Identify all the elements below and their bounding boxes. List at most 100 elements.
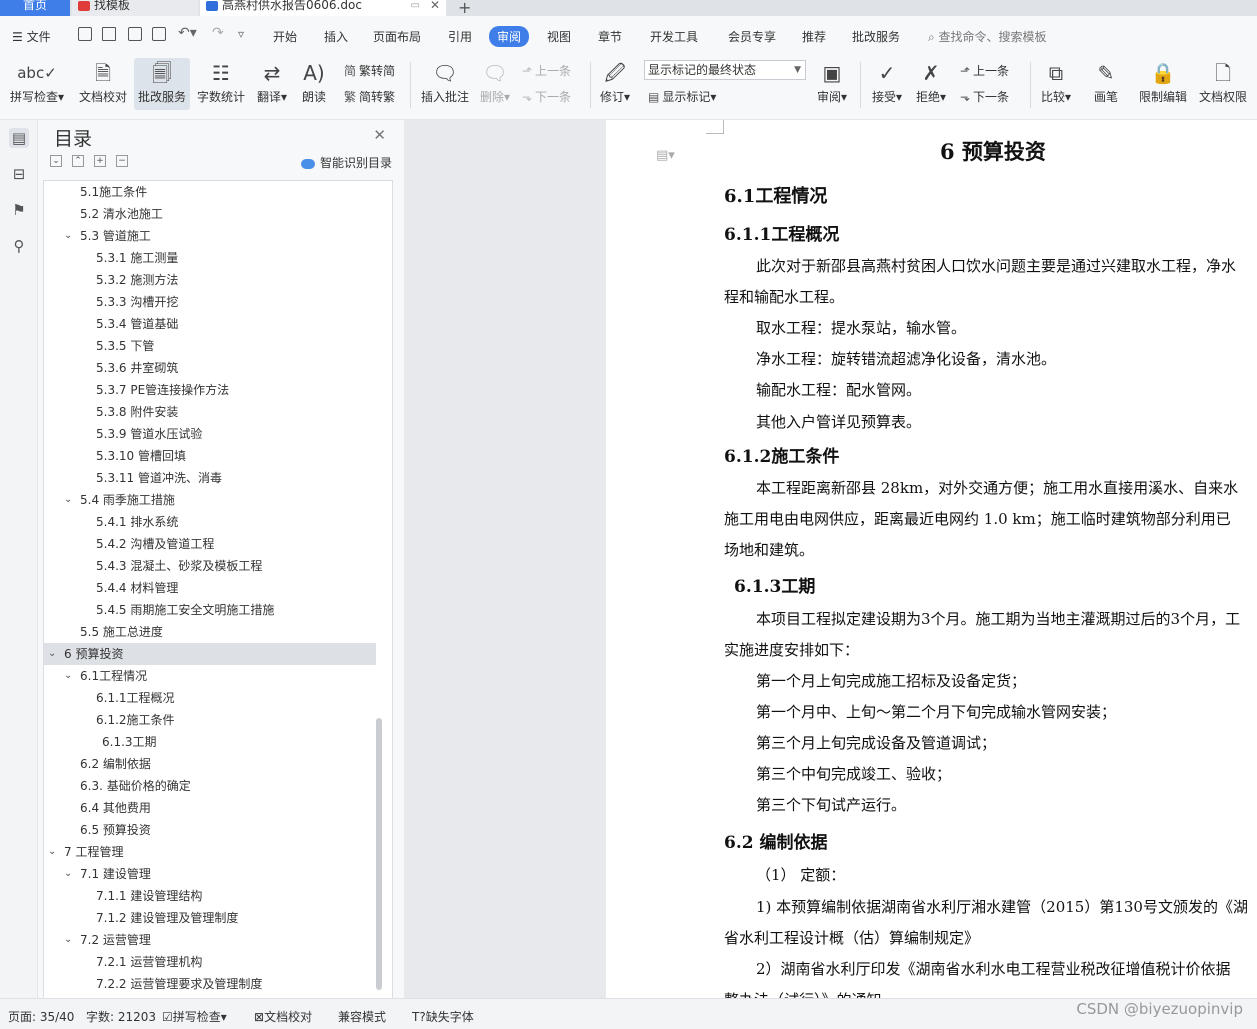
chapter-nav-icon[interactable]: ⊟ bbox=[9, 164, 29, 184]
page-counter[interactable]: 页面: 35/40 bbox=[8, 1008, 74, 1025]
expand-chevron-icon[interactable]: ⌄ bbox=[48, 643, 56, 665]
menu-member[interactable]: 会员专享 bbox=[728, 28, 776, 45]
missing-font[interactable]: T?缺失字体 bbox=[412, 1008, 474, 1025]
toc-item[interactable]: 5.3.1 施工测量 bbox=[44, 247, 376, 269]
toc-item[interactable]: 7.1.2 建设管理及管理制度 bbox=[44, 907, 376, 929]
toc-item[interactable]: 5.4.3 混凝土、砂浆及模板工程 bbox=[44, 555, 376, 577]
correct-service-button[interactable]: 🗐 批改服务 bbox=[134, 58, 190, 110]
paragraph-options-icon[interactable]: ▤▾ bbox=[656, 148, 675, 163]
expand-chevron-icon[interactable]: ⌄ bbox=[64, 225, 72, 247]
toc-item[interactable]: 5.3.6 井室砌筑 bbox=[44, 357, 376, 379]
toc-item[interactable]: 5.3.9 管道水压试验 bbox=[44, 423, 376, 445]
toc-item[interactable]: 5.5 施工总进度 bbox=[44, 621, 376, 643]
find-icon[interactable]: ⚲ bbox=[9, 236, 29, 256]
close-toc-icon[interactable]: ✕ bbox=[373, 126, 386, 144]
word-counter[interactable]: 字数: 21203 bbox=[86, 1008, 156, 1025]
toc-item[interactable]: ⌄ 5.3 管道施工 bbox=[44, 225, 376, 247]
show-markup-button[interactable]: ▤ 显示标记▾ bbox=[648, 88, 716, 105]
toc-item[interactable]: 5.4.5 雨期施工安全文明施工措施 bbox=[44, 599, 376, 621]
display-mode-select[interactable]: 显示标记的最终状态 ▼ bbox=[644, 60, 806, 80]
toc-item[interactable]: 6.1.2施工条件 bbox=[44, 709, 376, 731]
doc-proof-button[interactable]: 🗎 文档校对 bbox=[76, 58, 130, 110]
expand-all-icon[interactable]: ⌃ bbox=[72, 155, 84, 167]
toc-item[interactable]: ⌄ 6.1工程情况 bbox=[44, 665, 376, 687]
new-tab-button[interactable]: + bbox=[458, 0, 471, 17]
toc-item[interactable]: 6.5 预算投资 bbox=[44, 819, 376, 841]
export-pdf-icon[interactable] bbox=[102, 27, 116, 41]
expand-chevron-icon[interactable]: ⌄ bbox=[64, 863, 72, 885]
menu-insert[interactable]: 插入 bbox=[324, 28, 348, 45]
menu-reference[interactable]: 引用 bbox=[448, 28, 472, 45]
toc-item[interactable]: 6.1.1工程概况 bbox=[44, 687, 376, 709]
delete-comment-button[interactable]: 🗨 删除▾ bbox=[476, 58, 514, 110]
document-page[interactable]: ▤▾ 6 预算投资 6.1工程情况 6.1.1工程概况 此次对于新邵县高燕村贫困人口饮… bbox=[606, 120, 1257, 998]
toc-item[interactable]: 5.3.11 管道冲洗、消毒 bbox=[44, 467, 376, 489]
toc-item[interactable]: 5.3.8 附件安装 bbox=[44, 401, 376, 423]
pin-icon[interactable]: ▭ bbox=[411, 0, 420, 11]
trad-to-simp-button[interactable]: 简繁转简 bbox=[344, 62, 395, 79]
restrict-edit-button[interactable]: 🔒 限制编辑 bbox=[1136, 58, 1190, 110]
toc-item[interactable]: 5.4.4 材料管理 bbox=[44, 577, 376, 599]
simp-to-trad-button[interactable]: 繁简转繁 bbox=[344, 88, 395, 105]
toc-item[interactable]: 7.1.1 建设管理结构 bbox=[44, 885, 376, 907]
bookmark-icon[interactable]: ⚑ bbox=[9, 200, 29, 220]
word-count-button[interactable]: ☷ 字数统计 bbox=[194, 58, 248, 110]
toc-item[interactable]: 5.3.2 施测方法 bbox=[44, 269, 376, 291]
save-icon[interactable] bbox=[78, 27, 92, 41]
status-spell-check[interactable]: ☑拼写检查▾ bbox=[162, 1008, 227, 1025]
expand-chevron-icon[interactable]: ⌄ bbox=[64, 489, 72, 511]
toc-item[interactable]: 5.3.7 PE管连接操作方法 bbox=[44, 379, 376, 401]
review-pane-button[interactable]: ▣ 审阅▾ bbox=[812, 58, 852, 110]
file-menu[interactable]: ☰ 文件 bbox=[12, 28, 51, 45]
remove-toc-item-icon[interactable]: − bbox=[116, 155, 128, 167]
toc-item[interactable]: 6.2 编制依据 bbox=[44, 753, 376, 775]
toc-item[interactable]: 6.4 其他费用 bbox=[44, 797, 376, 819]
toc-item[interactable]: 6.3. 基础价格的确定 bbox=[44, 775, 376, 797]
toc-item[interactable]: 5.4.2 沟槽及管道工程 bbox=[44, 533, 376, 555]
prev-change-button[interactable]: ⬏ 上一条 bbox=[960, 62, 1009, 79]
toc-panel-icon[interactable]: ▤ bbox=[9, 128, 29, 148]
toc-item[interactable]: 7.2.2 运营管理要求及管理制度 bbox=[44, 973, 376, 995]
tab-home[interactable]: 首页 bbox=[0, 0, 70, 16]
collapse-all-icon[interactable]: ⌄ bbox=[50, 155, 62, 167]
toc-item[interactable]: ⌄ 7.2 运营管理 bbox=[44, 929, 376, 951]
tab-document[interactable]: 高燕村供水报告0606.doc ▭ ✕ bbox=[200, 0, 446, 16]
toc-item[interactable]: 5.3.3 沟槽开挖 bbox=[44, 291, 376, 313]
toc-item[interactable]: 5.3.4 管道基础 bbox=[44, 313, 376, 335]
toc-item[interactable]: ⌄ 7 工程管理 bbox=[44, 841, 376, 863]
translate-button[interactable]: ⇄ 翻译▾ bbox=[252, 58, 292, 110]
menu-start[interactable]: 开始 bbox=[273, 28, 297, 45]
quick-access-more-icon[interactable]: ▿ bbox=[238, 27, 244, 41]
next-change-button[interactable]: ⬎ 下一条 bbox=[960, 88, 1009, 105]
read-aloud-button[interactable]: A) 朗读 bbox=[298, 58, 330, 110]
doc-permission-button[interactable]: 🗋 文档权限 bbox=[1196, 58, 1250, 110]
toc-item[interactable]: 5.1施工条件 bbox=[44, 181, 376, 203]
toc-item[interactable]: ⌄ 6 预算投资 bbox=[44, 643, 376, 665]
smart-toc-button[interactable]: 智能识别目录 bbox=[300, 154, 392, 171]
print-icon[interactable] bbox=[128, 27, 142, 41]
toc-scrollbar[interactable] bbox=[376, 718, 382, 990]
toc-item[interactable]: 7.2.1 运营管理机构 bbox=[44, 951, 376, 973]
print-preview-icon[interactable] bbox=[152, 27, 166, 41]
pen-button[interactable]: ✎ 画笔 bbox=[1090, 58, 1122, 110]
command-search[interactable]: ⌕ 查找命令、搜索模板 bbox=[928, 28, 1047, 45]
toc-item[interactable]: 5.3.10 管槽回填 bbox=[44, 445, 376, 467]
status-doc-proof[interactable]: ⊠文档校对 bbox=[254, 1008, 312, 1025]
menu-recommend[interactable]: 推荐 bbox=[802, 28, 826, 45]
next-comment-button[interactable]: ⬎ 下一条 bbox=[522, 88, 571, 105]
toc-item[interactable]: 6.1.3工期 bbox=[44, 731, 376, 753]
menu-review[interactable]: 审阅 bbox=[489, 26, 530, 47]
insert-comment-button[interactable]: 🗨 插入批注 bbox=[418, 58, 472, 110]
expand-chevron-icon[interactable]: ⌄ bbox=[64, 929, 72, 951]
add-toc-item-icon[interactable]: + bbox=[94, 155, 106, 167]
redo-icon[interactable]: ↷ bbox=[212, 25, 224, 41]
toc-item[interactable]: ⌄ 5.4 雨季施工措施 bbox=[44, 489, 376, 511]
menu-dev-tools[interactable]: 开发工具 bbox=[650, 28, 698, 45]
expand-chevron-icon[interactable]: ⌄ bbox=[64, 665, 72, 687]
toc-item[interactable]: ⌄ 7.1 建设管理 bbox=[44, 863, 376, 885]
reject-button[interactable]: ✗ 拒绝▾ bbox=[912, 58, 950, 110]
tab-template[interactable]: 找模板 bbox=[72, 0, 198, 16]
spell-check-button[interactable]: abc✓ 拼写检查▾ bbox=[6, 58, 68, 110]
toc-item[interactable]: 5.2 清水池施工 bbox=[44, 203, 376, 225]
undo-icon[interactable]: ↶▾ bbox=[178, 25, 197, 41]
